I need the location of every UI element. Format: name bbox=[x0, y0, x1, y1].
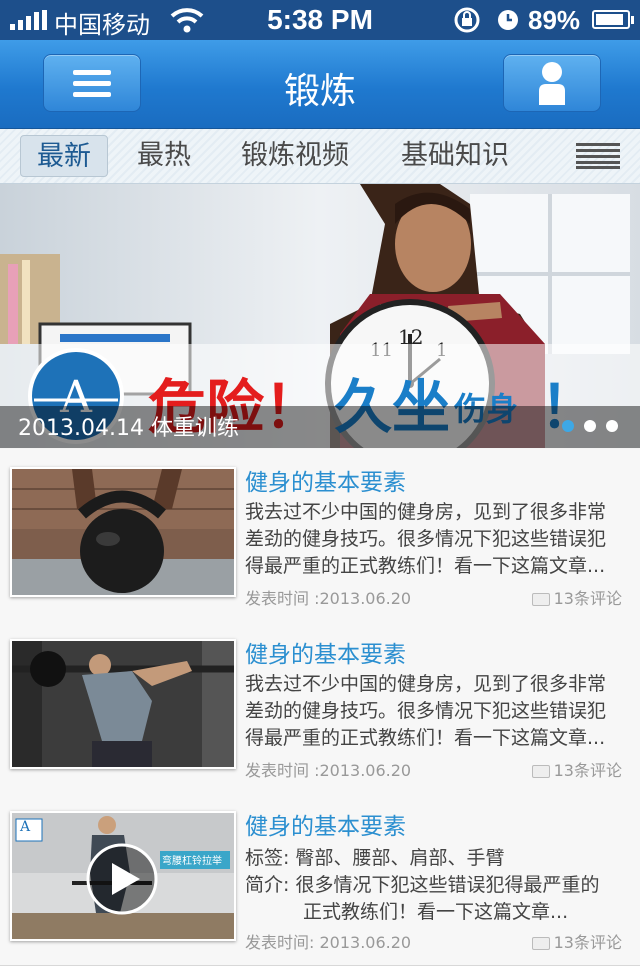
article-title: 健身的基本要素 bbox=[245, 642, 406, 668]
user-icon bbox=[539, 62, 565, 105]
list-icon[interactable] bbox=[576, 143, 620, 169]
comment-icon bbox=[531, 765, 550, 778]
article-summary-line: 得最严重的正式教练们！看一下这篇文章... bbox=[245, 555, 606, 577]
user-button[interactable] bbox=[503, 54, 601, 112]
banner-carousel[interactable]: 12 11 1 A 危险！ 久坐 伤身 ！ 2013.04.14 体重训练 bbox=[0, 184, 640, 448]
video-label: 弯腰杠铃拉举 bbox=[162, 856, 222, 867]
article-comments[interactable]: 13条评论 bbox=[531, 929, 622, 953]
comment-count: 13条评论 bbox=[553, 933, 622, 952]
battery-icon bbox=[592, 10, 634, 29]
tags-label: 标签: bbox=[245, 847, 290, 869]
article-summary-line: 得最严重的正式教练们！看一下这篇文章... bbox=[245, 727, 606, 749]
article-summary-line: 差劲的健身技巧。很多情况下犯这些错误犯 bbox=[245, 700, 607, 722]
rotation-lock-icon bbox=[454, 7, 480, 33]
comment-icon bbox=[531, 593, 550, 606]
article-title: 健身的基本要素 bbox=[245, 470, 406, 496]
status-bar: 中国移动 5:38 PM 89% bbox=[0, 0, 640, 40]
article-summary-line: 我去过不少中国的健身房，见到了很多非常 bbox=[245, 673, 607, 695]
intro-line: 很多情况下犯这些错误犯得最严重的 bbox=[295, 874, 600, 896]
tags-value: 臀部、腰部、肩部、手臂 bbox=[295, 847, 505, 869]
article-thumbnail-kettlebell bbox=[10, 467, 236, 597]
tab-basic-knowledge[interactable]: 基础知识 bbox=[388, 135, 522, 177]
carousel-dot-2[interactable] bbox=[584, 420, 596, 432]
comment-count: 13条评论 bbox=[553, 761, 622, 780]
article-summary-line: 差劲的健身技巧。很多情况下犯这些错误犯 bbox=[245, 528, 607, 550]
article-item[interactable]: 健身的基本要素 我去过不少中国的健身房，见到了很多非常 差劲的健身技巧。很多情况… bbox=[0, 449, 640, 622]
category-tabs: 最新 最热 锻炼视频 基础知识 bbox=[0, 129, 640, 184]
alarm-icon bbox=[498, 10, 518, 30]
article-summary: 我去过不少中国的健身房，见到了很多非常 差劲的健身技巧。很多情况下犯这些错误犯 … bbox=[245, 499, 629, 580]
nav-bar: 锻炼 bbox=[0, 40, 640, 129]
article-tags: 标签: 臀部、腰部、肩部、手臂 bbox=[245, 843, 504, 870]
article-item[interactable]: 健身的基本要素 我去过不少中国的健身房，见到了很多非常 差劲的健身技巧。很多情况… bbox=[0, 621, 640, 794]
article-item-video[interactable]: A 弯腰杠铃拉举 健身的基本要素 标签: 臀部、腰部、肩部、手臂 简介: 很多情… bbox=[0, 793, 640, 966]
video-logo: A bbox=[19, 819, 31, 835]
article-thumbnail-video[interactable] bbox=[10, 811, 236, 941]
banner-caption: 2013.04.14 体重训练 bbox=[18, 416, 239, 441]
article-title: 健身的基本要素 bbox=[245, 814, 406, 840]
article-comments[interactable]: 13条评论 bbox=[531, 585, 622, 609]
carousel-dot-1[interactable] bbox=[562, 420, 574, 432]
comment-count: 13条评论 bbox=[553, 589, 622, 608]
article-date: 发表时间: 2013.06.20 bbox=[245, 933, 412, 952]
article-date: 发表时间 :2013.06.20 bbox=[245, 761, 412, 780]
article-intro-continued: 正式教练们！看一下这篇文章... bbox=[303, 901, 569, 923]
tab-exercise-videos[interactable]: 锻炼视频 bbox=[228, 135, 362, 177]
article-intro: 简介: 很多情况下犯这些错误犯得最严重的 bbox=[245, 870, 599, 897]
battery-percent: 89% bbox=[528, 5, 581, 35]
carousel-dot-3[interactable] bbox=[606, 420, 618, 432]
article-summary-line: 我去过不少中国的健身房，见到了很多非常 bbox=[245, 501, 607, 523]
tab-hot[interactable]: 最热 bbox=[126, 135, 202, 177]
comment-icon bbox=[531, 937, 550, 950]
article-thumbnail-squat bbox=[10, 639, 236, 769]
intro-label: 简介: bbox=[245, 874, 290, 896]
tab-latest[interactable]: 最新 bbox=[20, 135, 108, 177]
article-summary: 我去过不少中国的健身房，见到了很多非常 差劲的健身技巧。很多情况下犯这些错误犯 … bbox=[245, 671, 629, 752]
article-date: 发表时间 :2013.06.20 bbox=[245, 589, 412, 608]
article-comments[interactable]: 13条评论 bbox=[531, 757, 622, 781]
